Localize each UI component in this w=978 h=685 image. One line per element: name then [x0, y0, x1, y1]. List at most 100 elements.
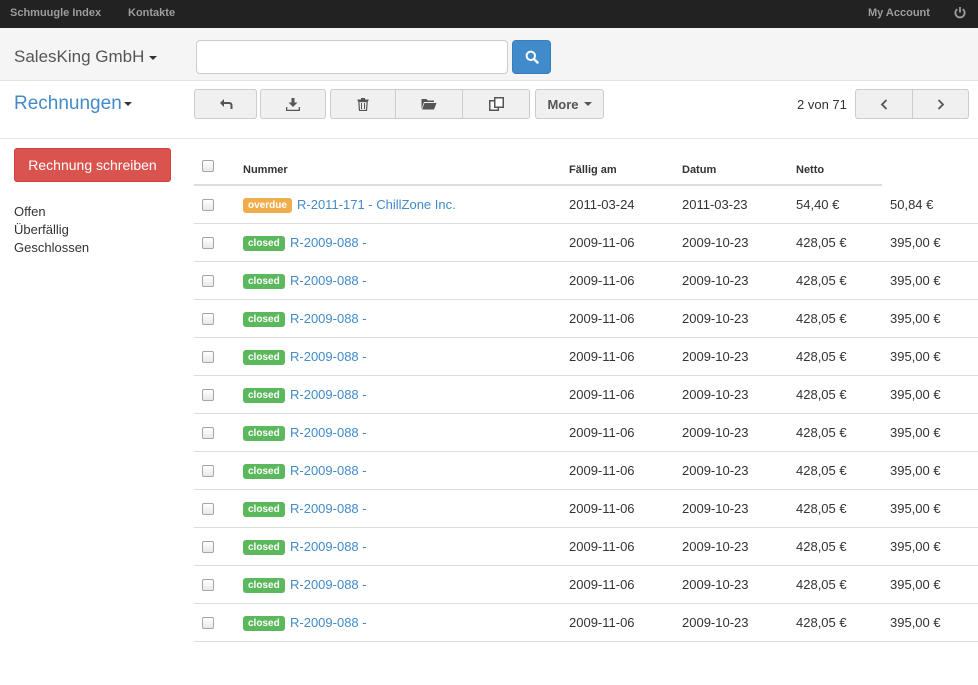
search-button[interactable] [512, 40, 551, 74]
table-row[interactable]: closed R-2009-088 - 2009-11-06 2009-10-23 42… [194, 300, 978, 338]
gross-amount-cell: 395,00 € [890, 273, 941, 288]
date-cell: 2009-10-23 [682, 577, 749, 592]
due-date-cell: 2009-11-06 [569, 311, 635, 326]
due-date-cell: 2009-11-06 [569, 577, 635, 592]
due-date-cell: 2009-11-06 [569, 273, 635, 288]
status-badge: closed [243, 578, 285, 593]
delete-button[interactable] [330, 89, 396, 119]
invoice-number-link[interactable]: R-2011-171 - ChillZone Inc. [297, 197, 456, 212]
net-amount-cell: 428,05 € [796, 425, 847, 440]
gross-amount-cell: 395,00 € [890, 539, 941, 554]
invoice-number-link[interactable]: R-2009-088 - [290, 425, 367, 440]
table-row[interactable]: closed R-2009-088 - 2009-11-06 2009-10-23 42… [194, 338, 978, 376]
nav-link-schmuugle-index[interactable]: Schmuugle Index [10, 7, 101, 19]
copy-icon [488, 97, 504, 111]
back-button[interactable] [194, 89, 257, 119]
search-input[interactable] [196, 40, 508, 74]
download-button[interactable] [260, 89, 326, 119]
column-header-date[interactable]: Datum [682, 164, 716, 176]
due-date-cell: 2009-11-06 [569, 235, 635, 250]
new-invoice-button[interactable]: Rechnung schreiben [14, 148, 171, 182]
invoice-number-link[interactable]: R-2009-088 - [290, 349, 367, 364]
invoice-number-link[interactable]: R-2009-088 - [290, 311, 367, 326]
copy-button[interactable] [462, 89, 530, 119]
reply-icon [219, 99, 232, 109]
table-row[interactable]: overdue R-2011-171 - ChillZone Inc. 2011-0… [194, 186, 978, 224]
net-amount-cell: 428,05 € [796, 349, 847, 364]
table-row[interactable]: closed R-2009-088 - 2009-11-06 2009-10-23 42… [194, 376, 978, 414]
row-checkbox[interactable] [202, 427, 214, 439]
table-row[interactable]: closed R-2009-088 - 2009-11-06 2009-10-23 42… [194, 566, 978, 604]
company-switcher[interactable]: SalesKing GmbH [14, 47, 158, 67]
date-cell: 2009-10-23 [682, 425, 749, 440]
column-header-net[interactable]: Netto [796, 164, 824, 176]
gross-amount-cell: 50,84 € [890, 197, 934, 212]
status-badge: closed [243, 274, 285, 289]
invoice-number-link[interactable]: R-2009-088 - [290, 577, 367, 592]
invoice-number-link[interactable]: R-2009-088 - [290, 273, 367, 288]
invoice-number-link[interactable]: R-2009-088 - [290, 387, 367, 402]
company-name: SalesKing GmbH [14, 47, 145, 66]
invoice-number-link[interactable]: R-2009-088 - [290, 235, 367, 250]
table-row[interactable]: closed R-2009-088 - 2009-11-06 2009-10-23 42… [194, 414, 978, 452]
invoice-number-link[interactable]: R-2009-088 - [290, 501, 367, 516]
my-account-link[interactable]: My Account [868, 7, 930, 19]
row-checkbox[interactable] [202, 237, 214, 249]
filter-closed[interactable]: Geschlossen [14, 239, 89, 257]
status-filter-list: Offen Überfällig Geschlossen [14, 203, 89, 257]
row-checkbox[interactable] [202, 275, 214, 287]
row-checkbox[interactable] [202, 617, 214, 629]
table-row[interactable]: closed R-2009-088 - 2009-11-06 2009-10-23 42… [194, 604, 978, 642]
table-row[interactable]: closed R-2009-088 - 2009-11-06 2009-10-23 42… [194, 490, 978, 528]
header-bar: SalesKing GmbH [0, 28, 978, 81]
status-badge: closed [243, 350, 285, 365]
status-badge: closed [243, 540, 285, 555]
invoice-number-link[interactable]: R-2009-088 - [290, 539, 367, 554]
row-checkbox[interactable] [202, 503, 214, 515]
next-page-button[interactable] [912, 89, 969, 119]
date-cell: 2011-03-23 [682, 197, 748, 212]
pagination-info: 2 von 71 [797, 97, 847, 112]
row-checkbox[interactable] [202, 541, 214, 553]
row-checkbox[interactable] [202, 351, 214, 363]
row-checkbox[interactable] [202, 465, 214, 477]
page-title-dropdown[interactable]: Rechnungen [14, 93, 132, 115]
caret-down-icon [123, 101, 132, 106]
nav-link-kontakte[interactable]: Kontakte [128, 7, 175, 19]
chevron-right-icon [937, 98, 944, 110]
invoice-number-link[interactable]: R-2009-088 - [290, 615, 367, 630]
due-date-cell: 2009-11-06 [569, 387, 635, 402]
invoice-number-link[interactable]: R-2009-088 - [290, 463, 367, 478]
gross-amount-cell: 395,00 € [890, 463, 941, 478]
table-row[interactable]: closed R-2009-088 - 2009-11-06 2009-10-23 42… [194, 224, 978, 262]
due-date-cell: 2009-11-06 [569, 501, 635, 516]
row-checkbox[interactable] [202, 199, 214, 211]
due-date-cell: 2009-11-06 [569, 463, 635, 478]
more-dropdown-button[interactable]: More [535, 89, 604, 119]
net-amount-cell: 428,05 € [796, 615, 847, 630]
column-header-due-date[interactable]: Fällig am [569, 164, 617, 176]
row-checkbox[interactable] [202, 579, 214, 591]
status-badge: closed [243, 312, 285, 327]
gross-amount-cell: 395,00 € [890, 615, 941, 630]
table-row[interactable]: closed R-2009-088 - 2009-11-06 2009-10-23 42… [194, 528, 978, 566]
select-all-checkbox[interactable] [202, 160, 214, 172]
row-checkbox[interactable] [202, 389, 214, 401]
net-amount-cell: 428,05 € [796, 387, 847, 402]
move-to-folder-button[interactable] [395, 89, 463, 119]
previous-page-button[interactable] [855, 89, 913, 119]
power-icon[interactable] [954, 6, 966, 19]
caret-down-icon [149, 55, 158, 60]
table-row[interactable]: closed R-2009-088 - 2009-11-06 2009-10-23 42… [194, 262, 978, 300]
filter-overdue[interactable]: Überfällig [14, 221, 89, 239]
filter-open[interactable]: Offen [14, 203, 89, 221]
table-row[interactable]: closed R-2009-088 - 2009-11-06 2009-10-23 42… [194, 452, 978, 490]
due-date-cell: 2009-11-06 [569, 425, 635, 440]
due-date-cell: 2009-11-06 [569, 615, 635, 630]
due-date-cell: 2009-11-06 [569, 349, 635, 364]
date-cell: 2009-10-23 [682, 539, 749, 554]
top-navbar: Schmuugle Index Kontakte My Account [0, 0, 978, 28]
row-checkbox[interactable] [202, 313, 214, 325]
net-amount-cell: 428,05 € [796, 311, 847, 326]
column-header-number[interactable]: Nummer [243, 164, 288, 176]
